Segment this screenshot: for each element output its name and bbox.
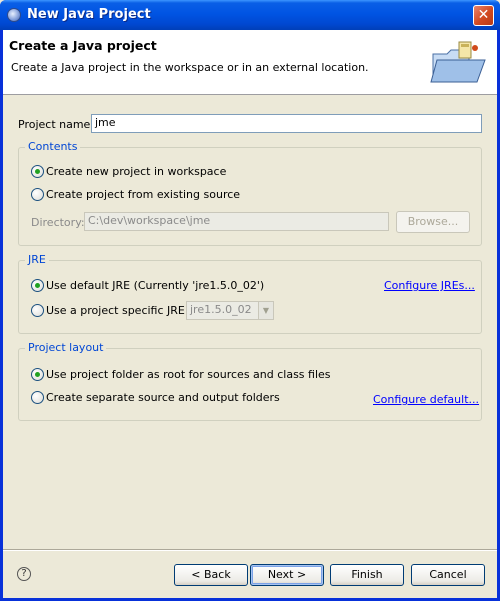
- directory-input[interactable]: C:\dev\workspace\jme: [84, 212, 389, 231]
- next-button[interactable]: Next >: [250, 564, 324, 586]
- jre-group-title: JRE: [25, 253, 49, 266]
- project-root-radio[interactable]: [31, 368, 44, 381]
- title-bar[interactable]: New Java Project ✕: [0, 0, 500, 30]
- help-icon[interactable]: ?: [17, 567, 31, 581]
- wizard-description: Create a Java project in the workspace o…: [11, 61, 369, 74]
- close-icon: ✕: [477, 7, 490, 23]
- directory-label: Directory:: [31, 216, 85, 229]
- default-jre-radio[interactable]: [31, 279, 44, 292]
- wizard-title: Create a Java project: [9, 38, 157, 53]
- default-jre-label[interactable]: Use default JRE (Currently 'jre1.5.0_02'…: [46, 279, 264, 292]
- window-title: New Java Project: [27, 7, 151, 22]
- jre-select[interactable]: jre1.5.0_02 ▼: [186, 301, 274, 320]
- configure-jres-link[interactable]: Configure JREs...: [384, 279, 475, 292]
- specific-jre-label[interactable]: Use a project specific JRE:: [46, 304, 189, 317]
- contents-group-title: Contents: [25, 140, 81, 153]
- button-bar-divider: [3, 549, 497, 551]
- create-new-project-radio[interactable]: [31, 165, 44, 178]
- separate-folders-radio[interactable]: [31, 391, 44, 404]
- back-button[interactable]: < Back: [174, 564, 248, 586]
- dialog-body: Create a Java project Create a Java proj…: [3, 30, 497, 598]
- chevron-down-icon[interactable]: ▼: [258, 302, 273, 319]
- create-from-source-label[interactable]: Create project from existing source: [46, 188, 240, 201]
- separate-folders-label[interactable]: Create separate source and output folder…: [46, 391, 280, 404]
- project-root-label[interactable]: Use project folder as root for sources a…: [46, 368, 331, 381]
- cancel-button[interactable]: Cancel: [411, 564, 485, 586]
- eclipse-icon: [7, 8, 21, 22]
- jre-group: JRE: [18, 253, 482, 334]
- wizard-header: Create a Java project Create a Java proj…: [3, 30, 497, 95]
- new-project-folder-icon: [430, 41, 486, 83]
- browse-button[interactable]: Browse...: [396, 211, 470, 233]
- close-button[interactable]: ✕: [473, 5, 494, 26]
- create-new-project-label[interactable]: Create new project in workspace: [46, 165, 226, 178]
- project-name-input[interactable]: jme: [91, 114, 482, 133]
- project-layout-group-title: Project layout: [25, 341, 107, 354]
- project-layout-group: Project layout: [18, 341, 482, 421]
- finish-button[interactable]: Finish: [330, 564, 404, 586]
- create-from-source-radio[interactable]: [31, 188, 44, 201]
- specific-jre-radio[interactable]: [31, 304, 44, 317]
- new-java-project-window: New Java Project ✕ Create a Java project…: [0, 0, 500, 601]
- project-name-label: Project name:: [18, 118, 95, 131]
- jre-select-value: jre1.5.0_02: [190, 303, 252, 316]
- configure-default-link[interactable]: Configure default...: [373, 393, 479, 406]
